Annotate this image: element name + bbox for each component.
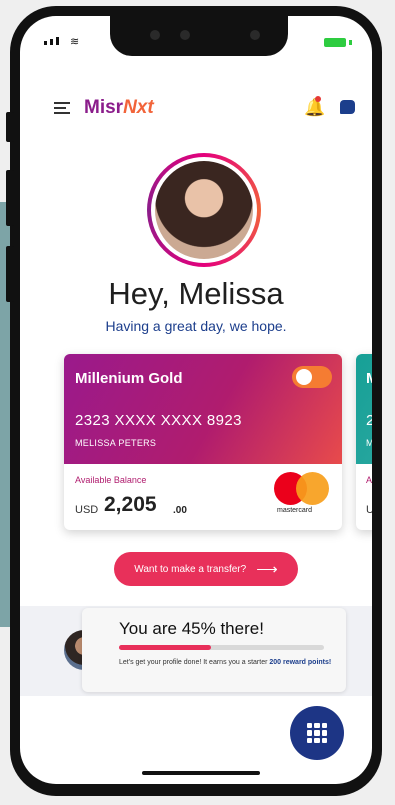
app-screen: ≋ MisrNxt 🔔 Hey, Melissa Having a great … (20, 16, 372, 784)
progress-text: Let's get your profile done! It earns yo… (119, 659, 332, 666)
credit-card[interactable]: Millenium Gold 2323 XXXX XXXX 8923 MELIS… (64, 354, 342, 530)
card-holder: MELISSA PETERS (75, 438, 157, 448)
sensor-icon (250, 30, 260, 40)
card-name: Millenium Gold (75, 370, 183, 387)
bell-icon[interactable]: 🔔 (304, 98, 325, 118)
sensor-icon (180, 30, 190, 40)
top-bar: MisrNxt 🔔 (20, 96, 372, 126)
card-number: 2323 XXXX XXXX 8923 (75, 412, 242, 429)
notification-dot (315, 96, 321, 102)
card-face: M 2 M (356, 354, 372, 464)
balance-currency: USD (75, 504, 99, 516)
balance-amount: 2,205 (104, 493, 157, 516)
transfer-label: Want to make a transfer? (134, 563, 247, 575)
profile-photo (155, 161, 253, 259)
greeting-subtitle: Having a great day, we hope. (105, 318, 287, 334)
battery-tip (349, 40, 352, 45)
progress-fill (119, 645, 212, 650)
signal-icon (44, 37, 59, 45)
apps-button[interactable] (290, 706, 344, 760)
card-face: Millenium Gold 2323 XXXX XXXX 8923 MELIS… (64, 354, 342, 464)
chat-icon[interactable] (340, 100, 355, 114)
brand-logo: MisrNxt (84, 97, 154, 118)
mastercard-logo: mastercard (274, 472, 332, 514)
phone-side-button (6, 246, 14, 302)
balance-label: Available Balance (75, 475, 147, 485)
menu-icon[interactable] (54, 102, 70, 114)
phone-notch (110, 16, 288, 56)
camera-icon (150, 30, 160, 40)
balance-decimals: .00 (173, 505, 187, 516)
battery-icon (324, 38, 346, 47)
arrow-right-icon: ⟶ (256, 561, 278, 578)
wifi-icon: ≋ (70, 36, 80, 48)
card-toggle[interactable] (292, 366, 332, 388)
profile-avatar[interactable] (147, 153, 261, 267)
home-indicator[interactable] (142, 771, 260, 775)
phone-side-button (6, 112, 14, 142)
progress-bar (119, 645, 324, 650)
profile-progress-card[interactable]: You are 45% there! Let's get your profil… (82, 608, 346, 692)
phone-side-button (6, 170, 14, 226)
transfer-button[interactable]: Want to make a transfer? ⟶ (114, 552, 298, 586)
greeting-title: Hey, Melissa (108, 276, 284, 311)
progress-title: You are 45% there! (119, 619, 264, 638)
grid-icon (307, 723, 327, 743)
next-credit-card[interactable]: M 2 M A US (356, 354, 372, 530)
